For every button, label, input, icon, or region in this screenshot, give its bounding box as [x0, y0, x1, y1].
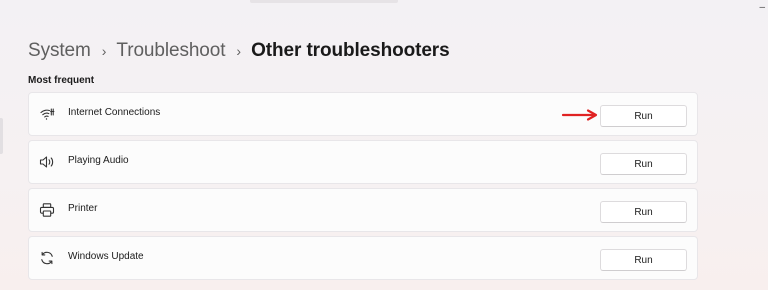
- troubleshooter-label: Printer: [68, 203, 98, 214]
- speaker-icon: [39, 154, 55, 170]
- troubleshooter-list: Internet Connections Run Playing Audio R…: [28, 92, 698, 284]
- troubleshooter-internet-connections: Internet Connections Run: [28, 92, 698, 136]
- breadcrumb-separator: ›: [236, 43, 242, 59]
- breadcrumb-separator: ›: [101, 43, 107, 59]
- nav-pane-edge: [0, 118, 3, 154]
- title-bar-strip: [250, 0, 398, 3]
- breadcrumb-troubleshoot[interactable]: Troubleshoot: [116, 40, 225, 62]
- troubleshooter-label: Playing Audio: [68, 155, 129, 166]
- troubleshooter-label: Internet Connections: [68, 107, 161, 118]
- sync-icon: [39, 250, 55, 266]
- breadcrumb-system[interactable]: System: [28, 40, 91, 62]
- page-title: Other troubleshooters: [251, 40, 450, 61]
- run-button-printer[interactable]: Run: [600, 201, 687, 223]
- minimize-button[interactable]: –: [759, 3, 765, 13]
- troubleshooter-label: Windows Update: [68, 251, 144, 262]
- troubleshooter-playing-audio: Playing Audio Run: [28, 140, 698, 184]
- run-button-internet-connections[interactable]: Run: [600, 105, 687, 127]
- run-button-windows-update[interactable]: Run: [600, 249, 687, 271]
- section-title-most-frequent: Most frequent: [28, 75, 95, 86]
- troubleshooter-windows-update: Windows Update Run: [28, 236, 698, 280]
- run-button-playing-audio[interactable]: Run: [600, 153, 687, 175]
- troubleshooter-printer: Printer Run: [28, 188, 698, 232]
- breadcrumb: System › Troubleshoot › Other troublesho…: [28, 36, 450, 66]
- annotation-arrow: [561, 108, 599, 122]
- wifi-icon: [39, 106, 55, 122]
- printer-icon: [39, 202, 55, 218]
